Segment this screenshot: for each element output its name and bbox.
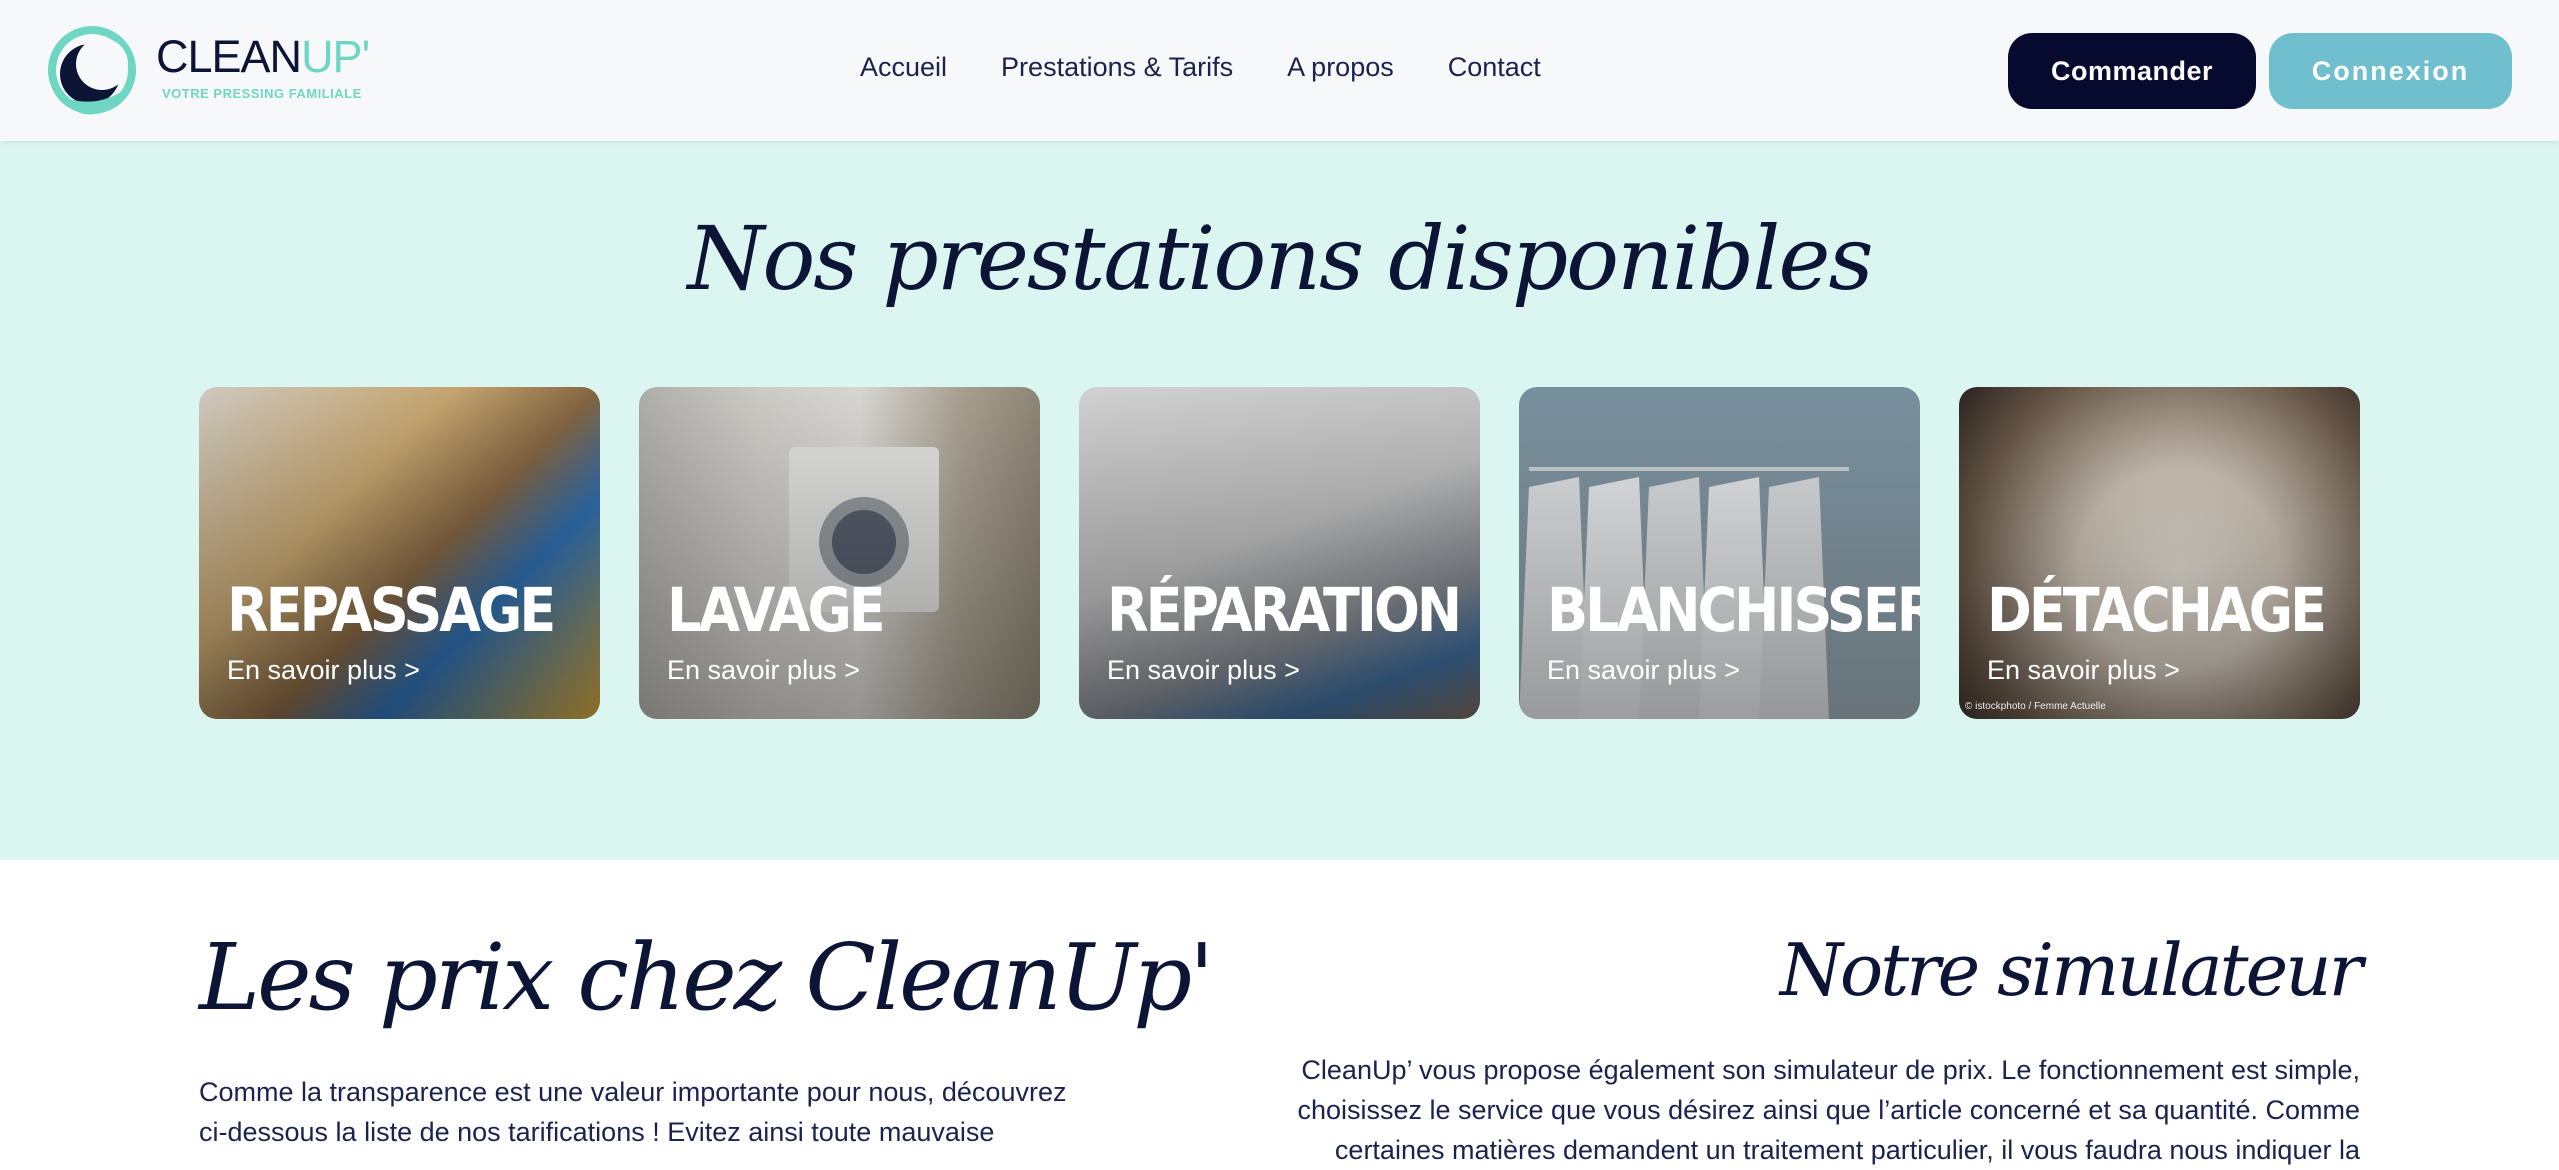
card-title: RÉPARATION <box>1107 575 1462 646</box>
logo-word-clean: CLEAN <box>156 31 302 82</box>
photo-credit: © istockphoto / Femme Actuelle <box>1965 701 2106 712</box>
card-title: REPASSAGE <box>227 575 556 646</box>
login-button[interactable]: Connexion <box>2269 33 2512 109</box>
card-more-link[interactable]: En savoir plus > <box>1107 655 1300 686</box>
nav-item-contact[interactable]: Contact <box>1448 52 1541 83</box>
service-card-reparation[interactable]: RÉPARATION En savoir plus > <box>1079 387 1480 719</box>
card-more-link[interactable]: En savoir plus > <box>1987 655 2180 686</box>
brand-logo[interactable]: CLEANUP' VOTRE PRESSING FAMILIALE <box>44 22 384 122</box>
main-nav: Accueil Prestations & Tarifs A propos Co… <box>860 52 1541 83</box>
logo-tagline: VOTRE PRESSING FAMILIALE <box>162 86 362 101</box>
prices-text: Comme la transparence est une valeur imp… <box>199 1077 1067 1147</box>
card-more-link[interactable]: En savoir plus > <box>1547 655 1740 686</box>
nav-item-apropos[interactable]: A propos <box>1287 52 1394 83</box>
nav-item-prestations[interactable]: Prestations & Tarifs <box>1001 52 1233 83</box>
service-cards: REPASSAGE En savoir plus > LAVAGE En sav… <box>199 387 2360 719</box>
service-card-detachage[interactable]: DÉTACHAGE En savoir plus > © istockphoto… <box>1959 387 2360 719</box>
logo-word-up: UP' <box>301 31 370 82</box>
logo-wordmark: CLEANUP' <box>156 31 370 82</box>
services-section: Nos prestations disponibles REPASSAGE En… <box>0 141 2559 860</box>
service-card-lavage[interactable]: LAVAGE En savoir plus > <box>639 387 1040 719</box>
logo-moon-icon <box>48 26 136 115</box>
prices-title: Les prix chez CleanUp' <box>199 924 1214 1031</box>
service-card-blanchisserie[interactable]: BLANCHISSERIE En savoir plus > <box>1519 387 1920 719</box>
service-card-repassage[interactable]: REPASSAGE En savoir plus > <box>199 387 600 719</box>
order-button[interactable]: Commander <box>2008 33 2256 109</box>
simulator-text: CleanUp’ vous propose également son simu… <box>1297 1055 2360 1165</box>
card-title: DÉTACHAGE <box>1987 575 2327 646</box>
services-title: Nos prestations disponibles <box>687 207 1873 310</box>
site-header: CLEANUP' VOTRE PRESSING FAMILIALE Accuei… <box>0 0 2559 141</box>
card-title: LAVAGE <box>667 575 886 646</box>
card-title: BLANCHISSERIE <box>1547 575 1920 646</box>
card-more-link[interactable]: En savoir plus > <box>227 655 420 686</box>
simulator-title: Notre simulateur <box>1779 928 2363 1012</box>
nav-item-accueil[interactable]: Accueil <box>860 52 947 83</box>
card-more-link[interactable]: En savoir plus > <box>667 655 860 686</box>
